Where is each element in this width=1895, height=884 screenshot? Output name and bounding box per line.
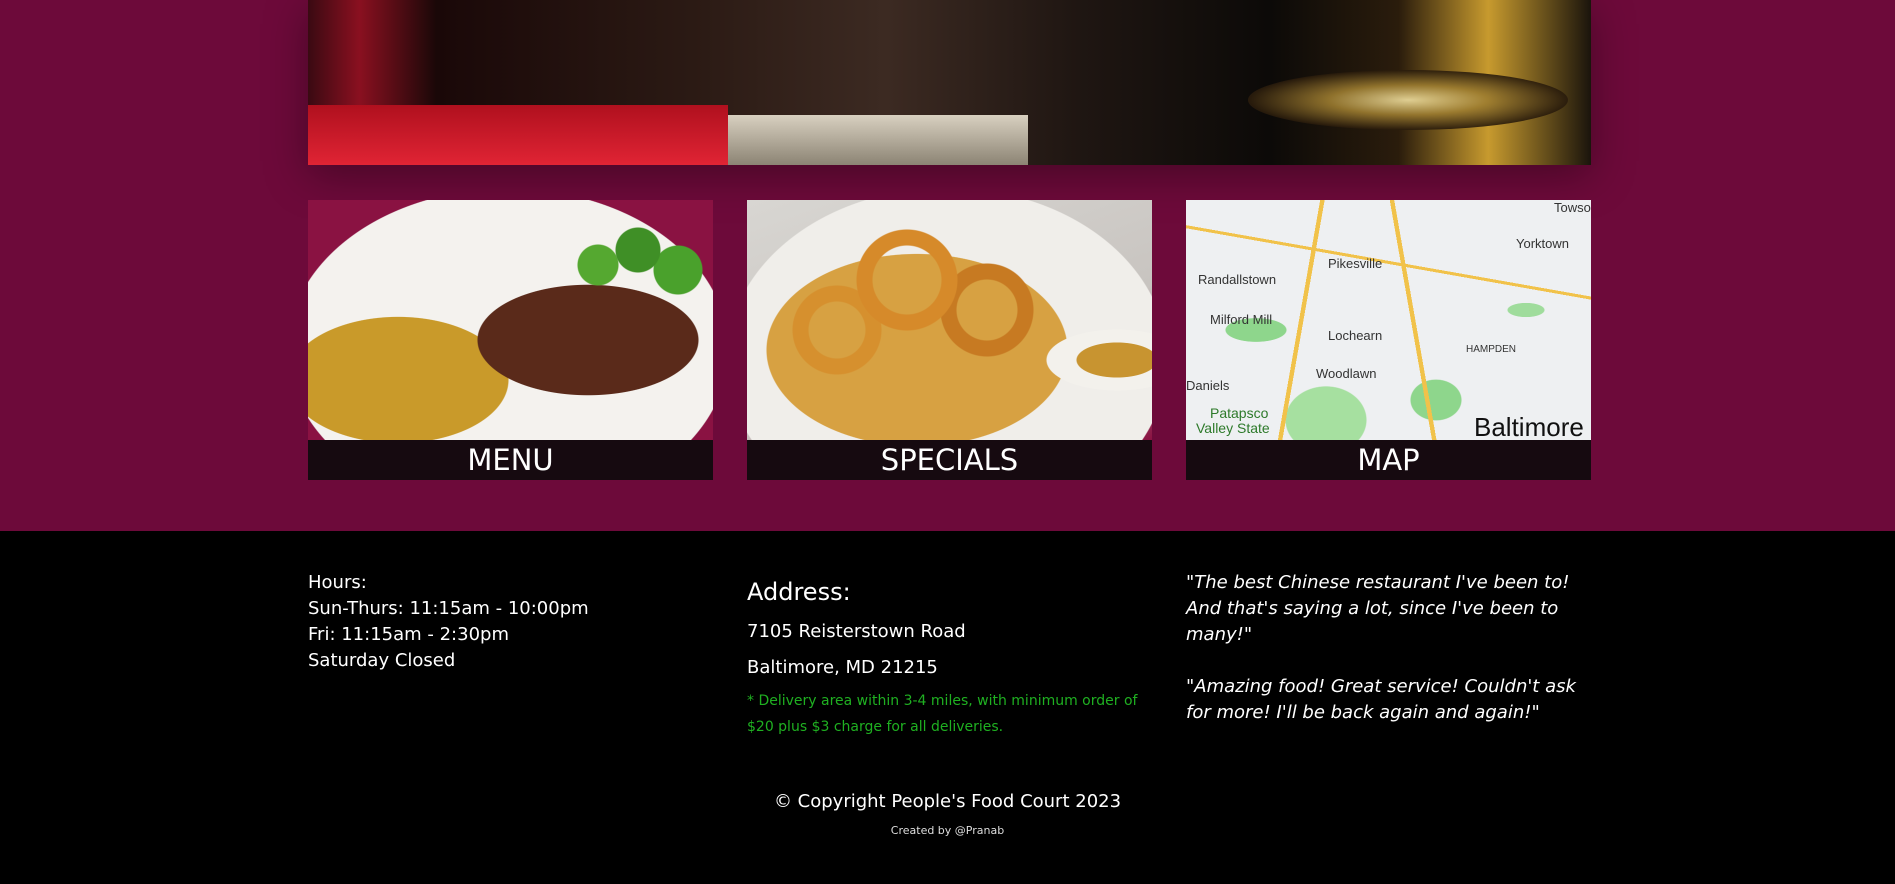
map-label: Patapsco (1210, 405, 1269, 421)
map-label: Yorktown (1516, 236, 1569, 251)
specials-card[interactable]: SPECIALS (747, 200, 1152, 480)
hours-line: Saturday Closed (308, 650, 456, 671)
credit-text: Created by @Pranab (890, 824, 1005, 837)
map-label: Towson (1554, 200, 1591, 215)
menu-card[interactable]: MENU (308, 200, 713, 480)
map-label: HAMPDEN (1466, 344, 1517, 355)
map-card-label: MAP (1186, 440, 1591, 480)
specials-food-image (747, 200, 1152, 440)
testimonials-block: "The best Chinese restaurant I've been t… (1186, 570, 1596, 752)
testimonial-quote: "Amazing food! Great service! Couldn't a… (1186, 676, 1576, 723)
map-label: Randallstown (1198, 272, 1277, 287)
address-block: Address: 7105 Reisterstown Road Baltimor… (747, 570, 1157, 740)
hours-block: Hours: Sun-Thurs: 11:15am - 10:00pm Fri:… (308, 570, 589, 674)
map-label: Baltimore (1474, 412, 1584, 442)
menu-food-image (308, 200, 713, 440)
map-label: Milford Mill (1210, 312, 1273, 327)
copyright-text: © Copyright People's Food Court 2023 (773, 791, 1122, 812)
address-city: Baltimore, MD 21215 (747, 657, 938, 678)
map-label: Lochearn (1328, 328, 1383, 343)
hero-tablecloth (728, 115, 1028, 165)
map-label: Daniels (1186, 378, 1230, 393)
hero-restaurant-photo (308, 0, 1591, 165)
specials-card-label: SPECIALS (747, 440, 1152, 480)
map-label: Woodlawn (1316, 366, 1377, 381)
delivery-note: * Delivery area within 3-4 miles, with m… (747, 693, 1138, 735)
testimonial-quote: "The best Chinese restaurant I've been t… (1186, 572, 1570, 645)
hours-line: Sun-Thurs: 11:15am - 10:00pm (308, 598, 589, 619)
hero-plate (1248, 70, 1568, 130)
map-image: Towson Pikesville Yorktown Randallstown … (1186, 200, 1591, 442)
address-title: Address: (747, 578, 851, 606)
hours-title: Hours: (308, 572, 367, 593)
map-label: Pikesville (1328, 256, 1383, 271)
top-section: MENU SPECIALS Towson Pikesville Yorktown… (0, 0, 1895, 531)
address-street: 7105 Reisterstown Road (747, 621, 966, 642)
hours-line: Fri: 11:15am - 2:30pm (308, 624, 509, 645)
hero-floor (308, 105, 728, 165)
menu-card-label: MENU (308, 440, 713, 480)
map-label: Valley State (1196, 420, 1270, 436)
map-card[interactable]: Towson Pikesville Yorktown Randallstown … (1186, 200, 1591, 480)
